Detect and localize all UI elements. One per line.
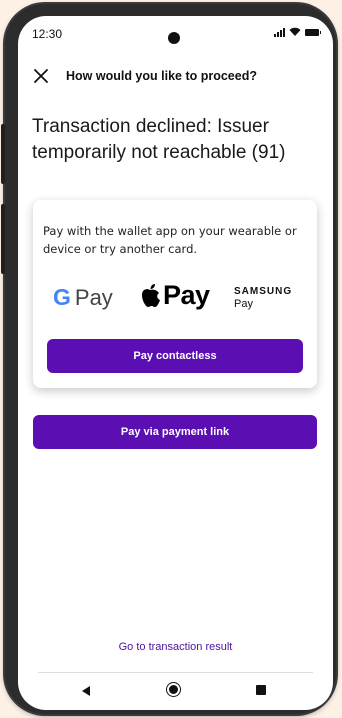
navigation-bar xyxy=(18,682,333,710)
power-button xyxy=(1,204,5,274)
header-title: How would you like to proceed? xyxy=(66,69,257,83)
samsung-pay-label: Pay xyxy=(234,298,253,310)
home-icon[interactable] xyxy=(169,685,178,694)
battery-icon xyxy=(305,28,321,36)
pay-contactless-button[interactable]: Pay contactless xyxy=(47,339,303,373)
samsung-brand: SAMSUNG xyxy=(234,286,293,297)
transaction-result-link[interactable]: Go to transaction result xyxy=(18,641,333,653)
screen: 12:30 How would you like to proceed? Tra… xyxy=(18,16,333,710)
wallet-logos: G Pay Pay SAMSUNG Pay xyxy=(33,278,317,318)
apple-pay-label: Pay xyxy=(163,280,210,310)
phone-frame: 12:30 How would you like to proceed? Tra… xyxy=(1,4,336,714)
decline-message: Transaction declined: Issuer temporarily… xyxy=(32,116,286,163)
google-pay-logo: G Pay xyxy=(53,284,113,311)
google-g-icon: G xyxy=(53,284,71,310)
volume-button xyxy=(1,124,5,184)
back-icon[interactable] xyxy=(82,686,90,696)
status-icons xyxy=(274,27,321,37)
wallet-card: Pay with the wallet app on your wearable… xyxy=(33,200,317,388)
header: How would you like to proceed? xyxy=(32,66,322,86)
status-bar: 12:30 xyxy=(18,16,333,46)
apple-pay-logo: Pay xyxy=(139,280,210,311)
recents-icon[interactable] xyxy=(256,685,266,695)
wifi-icon xyxy=(289,27,301,36)
pay-via-link-button[interactable]: Pay via payment link xyxy=(33,415,317,449)
divider xyxy=(38,672,313,673)
front-camera xyxy=(168,32,180,44)
signal-icon xyxy=(274,27,285,37)
google-pay-label: Pay xyxy=(74,284,113,310)
samsung-pay-logo: SAMSUNG Pay xyxy=(234,286,292,310)
close-icon[interactable] xyxy=(32,67,50,85)
apple-icon xyxy=(142,283,160,307)
wallet-instructions: Pay with the wallet app on your wearable… xyxy=(43,224,297,256)
status-time: 12:30 xyxy=(32,27,63,41)
